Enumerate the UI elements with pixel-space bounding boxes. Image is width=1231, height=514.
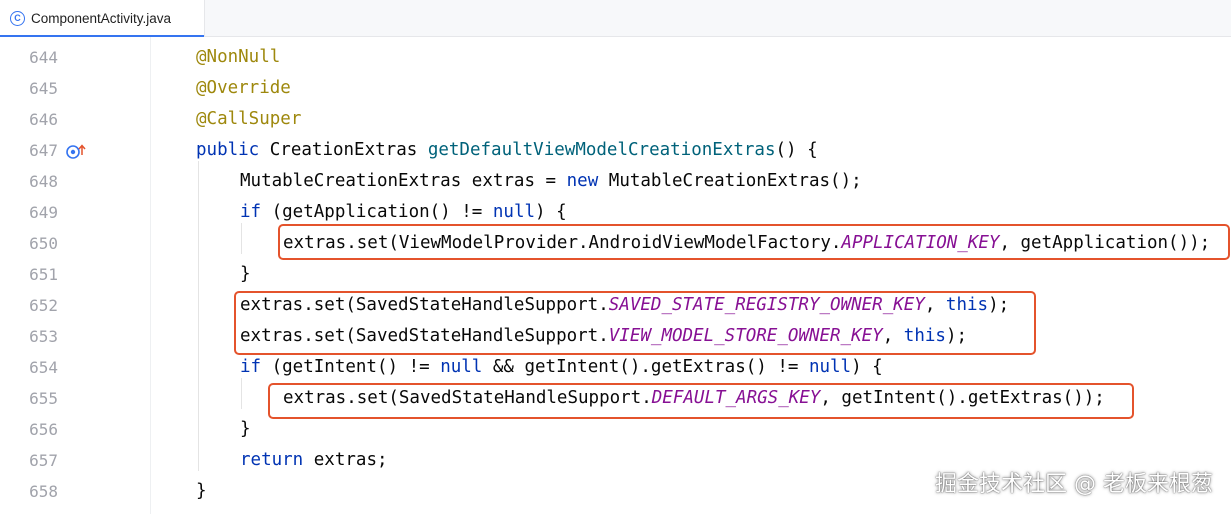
code-token: MutableCreationExtras extras = [240,171,567,191]
line-number: 650 [29,234,58,253]
code-token: (getIntent() != [271,357,441,377]
line-number: 651 [29,265,58,284]
line-number: 649 [29,203,58,222]
line-number: 648 [29,172,58,191]
code-line: MutableCreationExtras extras = new Mutab… [240,166,862,197]
line-number: 658 [29,482,58,501]
line-number: 657 [29,451,58,470]
line-number-gutter: 644 645 646 647 648 649 650 651 652 653 654 655 656 6… [0,37,150,514]
code-line: @CallSuper [196,104,301,135]
code-line: @NonNull [196,42,280,73]
line-number: 653 [29,327,58,346]
code-token: @CallSuper [196,109,302,129]
code-token: && getIntent().getExtras() != [492,357,809,377]
highlight-box-owner-keys [234,291,1036,355]
code-editor[interactable]: 644 645 646 647 648 649 650 651 652 653 654 655 656 6… [0,37,1231,514]
code-line: return extras; [240,445,388,476]
tab-filename: ComponentActivity.java [31,10,172,26]
code-token: ) { [851,357,883,377]
code-token: if [240,202,272,222]
code-token: CreationExtras [269,140,428,160]
line-number: 656 [29,420,58,439]
highlight-box-default-args-key [268,383,1134,419]
code-token: ) { [535,202,567,222]
code-token: return [240,450,314,470]
code-token: extras; [313,450,388,470]
line-number: 644 [29,48,58,67]
editor-tab-bar: C ComponentActivity.java [0,0,1231,37]
code-line: } [240,414,251,445]
code-token: @Override [196,78,291,98]
code-token: @NonNull [196,47,281,67]
indent-guide [198,161,199,471]
line-number: 652 [29,296,58,315]
watermark: 掘金技术社区 @ 老板来根葱 [935,472,1213,497]
code-line: } [240,259,251,290]
code-token: MutableCreationExtras(); [608,171,862,191]
code-line: } [196,476,207,507]
code-token: getDefaultViewModelCreationExtras [427,140,776,160]
code-token: if [240,357,272,377]
line-number: 645 [29,79,58,98]
highlight-box-application-key [278,224,1230,260]
code-token: new [566,171,609,191]
code-line: @Override [196,73,291,104]
code-token: } [240,264,251,284]
code-token: public [196,140,270,160]
line-number: 655 [29,389,58,408]
override-method-icon[interactable] [64,141,94,161]
code-token: } [196,481,207,501]
code-token: null [492,202,536,222]
tab-componentactivity[interactable]: C ComponentActivity.java [0,0,205,37]
code-token: null [808,357,852,377]
line-number: 654 [29,358,58,377]
line-number: 647 [29,141,58,160]
line-number: 646 [29,110,58,129]
java-class-icon: C [10,10,25,26]
code-token: } [240,419,251,439]
code-token: (getApplication() != [271,202,493,222]
gutter-separator [150,37,151,514]
code-line: if (getIntent() != null && getIntent().g… [240,352,883,383]
code-line: public CreationExtras getDefaultViewMode… [196,135,818,166]
code-token: null [440,357,493,377]
code-token: () { [775,140,818,160]
